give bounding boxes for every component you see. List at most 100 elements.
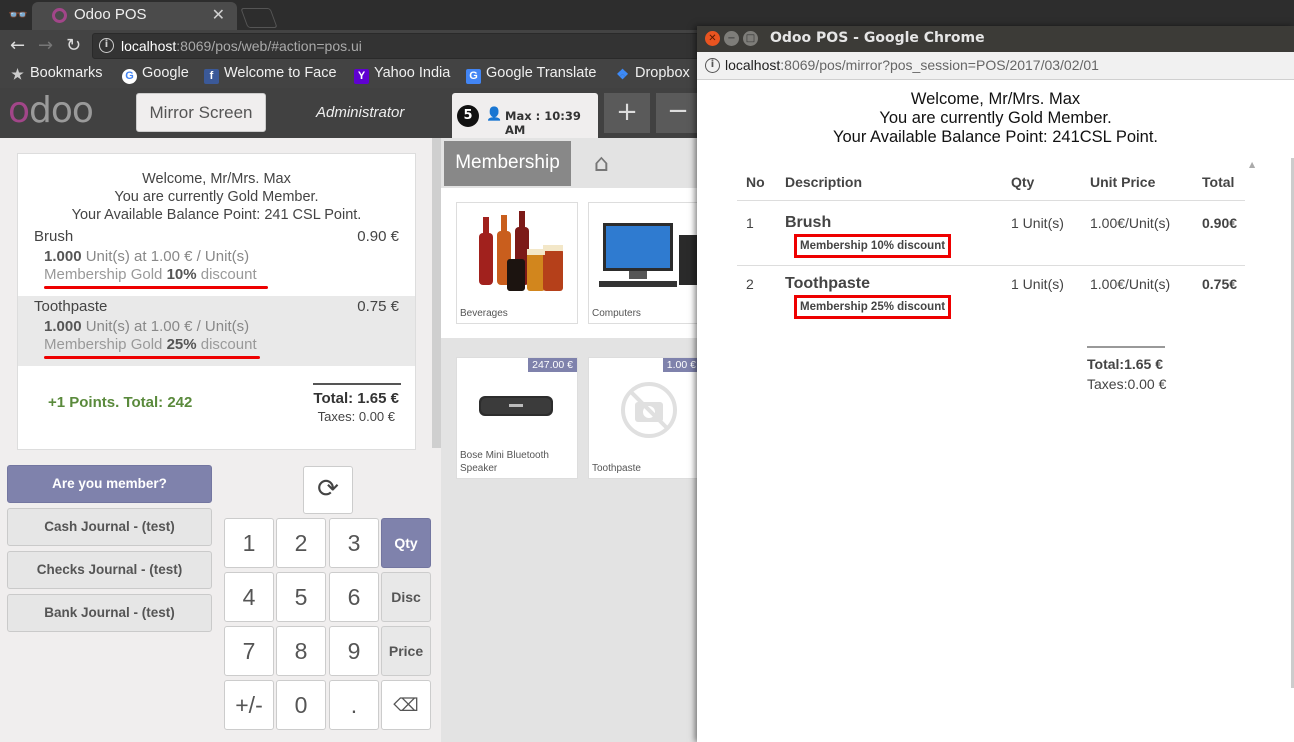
header-divider — [737, 200, 1245, 201]
numpad-key[interactable]: 2 — [276, 518, 326, 568]
order-scrollbar[interactable] — [432, 138, 441, 448]
numpad-key[interactable]: 3 — [329, 518, 379, 568]
bookmark-item[interactable]: G Google Translate — [466, 65, 596, 84]
cash-journal-button[interactable]: Cash Journal - (test) — [7, 508, 212, 546]
line-price: 0.90 € — [357, 228, 399, 245]
total-divider — [313, 383, 401, 385]
product-price-tag: 247.00 € — [528, 358, 577, 372]
bookmark-item[interactable]: ★ Bookmarks — [10, 65, 102, 82]
line-discount: Membership Gold 10% discount — [44, 266, 257, 283]
order-tab[interactable]: 5 👤 Max : 10:39 AM — [452, 93, 598, 138]
product-name: Toothpaste — [592, 463, 641, 474]
new-tab-button[interactable] — [240, 8, 278, 28]
bookmark-item[interactable]: G Google — [122, 65, 189, 84]
close-tab-icon[interactable]: ✕ — [212, 5, 225, 24]
line-product-name: Brush — [34, 228, 74, 245]
row-discount-badge: Membership 10% discount — [794, 234, 952, 258]
mirror-window-title: Odoo POS - Google Chrome — [770, 30, 985, 46]
order-line-selected[interactable]: Toothpaste 0.75 € 1.000 Unit(s) at 1.00 … — [18, 296, 415, 366]
forward-icon[interactable]: → — [38, 35, 53, 56]
mirror-welcome-message: Welcome, Mr/Mrs. Max You are currently G… — [832, 90, 1159, 146]
numpad-key[interactable]: 9 — [329, 626, 379, 676]
numpad-mode-qty[interactable]: Qty — [381, 518, 431, 568]
numpad-mode-price[interactable]: Price — [381, 626, 431, 676]
pos-header: odoo Mirror Screen Administrator 5 👤 Max… — [0, 88, 700, 138]
numpad-key[interactable]: 8 — [276, 626, 326, 676]
home-icon[interactable]: ⌂ — [579, 141, 624, 186]
window-minimize-icon[interactable]: − — [724, 31, 739, 46]
mirror-taxes: Taxes:0.00 € — [1087, 376, 1167, 392]
mirror-titlebar: ✕ − □ Odoo POS - Google Chrome — [697, 26, 1294, 52]
product-card-toothpaste[interactable]: 1.00 € Toothpaste — [588, 357, 701, 479]
line-price: 0.75 € — [357, 298, 399, 315]
bookmark-item[interactable]: f Welcome to Face — [204, 65, 338, 84]
info-icon[interactable]: i — [99, 38, 114, 53]
row-total: 0.90€ — [1202, 215, 1238, 231]
category-card-computers[interactable]: Computers — [588, 202, 701, 324]
info-icon[interactable]: i — [705, 58, 720, 73]
yahoo-icon: Y — [354, 69, 369, 84]
bank-journal-button[interactable]: Bank Journal - (test) — [7, 594, 212, 632]
row-unit-price: 1.00€/Unit(s) — [1090, 276, 1171, 292]
product-name: Bose Mini Bluetooth Speaker — [460, 450, 549, 474]
row-description: Toothpaste — [785, 275, 871, 292]
column-header: No — [746, 174, 765, 190]
column-header: Total — [1202, 174, 1235, 190]
numpad-mode-disc[interactable]: Disc — [381, 572, 431, 622]
numpad-sign-key[interactable]: +/- — [224, 680, 274, 730]
browser-tab[interactable]: Odoo POS ✕ — [32, 2, 237, 30]
column-header: Description — [785, 174, 863, 190]
pos-left-pane: Welcome, Mr/Mrs. Max You are currently G… — [0, 138, 441, 742]
order-line[interactable]: Brush 0.90 € 1.000 Unit(s) at 1.00 € / U… — [18, 226, 415, 296]
numpad-key[interactable]: 0 — [276, 680, 326, 730]
row-discount-badge: Membership 25% discount — [794, 295, 952, 319]
category-card-beverages[interactable]: Beverages — [456, 202, 578, 324]
numpad-decimal-key[interactable]: . — [329, 680, 379, 730]
user-name[interactable]: Administrator — [316, 104, 404, 121]
scroll-up-icon[interactable]: ▲ — [1249, 160, 1255, 169]
incognito-icon: 👓 — [8, 5, 28, 24]
category-name: Computers — [592, 308, 641, 319]
backspace-icon[interactable]: ⌫ — [381, 680, 431, 730]
dropbox-icon: ❖ — [616, 66, 629, 82]
checks-journal-button[interactable]: Checks Journal - (test) — [7, 551, 212, 589]
star-icon: ★ — [11, 66, 24, 82]
row-qty: 1 Unit(s) — [1011, 276, 1064, 292]
line-quantity: 1.000 Unit(s) at 1.00 € / Unit(s) — [44, 318, 250, 335]
numpad-key[interactable]: 1 — [224, 518, 274, 568]
remove-order-button[interactable]: − — [656, 93, 700, 133]
numpad-key[interactable]: 5 — [276, 572, 326, 622]
category-breadcrumb: Membership ⌂ — [441, 138, 701, 188]
mirror-address-bar[interactable]: i localhost:8069/pos/mirror?pos_session=… — [697, 52, 1294, 80]
google-icon: G — [122, 69, 137, 84]
tab-title: Odoo POS — [74, 6, 147, 23]
refresh-icon[interactable]: ⟳ — [303, 466, 353, 514]
row-divider — [737, 265, 1245, 266]
bookmark-item[interactable]: Y Yahoo India — [354, 65, 450, 84]
add-order-button[interactable]: + — [604, 93, 650, 133]
numpad-key[interactable]: 6 — [329, 572, 379, 622]
row-number: 1 — [746, 215, 754, 231]
are-you-member-button[interactable]: Are you member? — [7, 465, 212, 503]
row-total: 0.75€ — [1202, 276, 1238, 292]
row-qty: 1 Unit(s) — [1011, 215, 1064, 231]
beverages-image — [479, 211, 563, 291]
bookmark-item[interactable]: ❖ Dropbox — [615, 65, 690, 82]
numpad-key[interactable]: 7 — [224, 626, 274, 676]
numpad-key[interactable]: 4 — [224, 572, 274, 622]
product-card-bose-speaker[interactable]: 247.00 € Bose Mini Bluetooth Speaker — [456, 357, 578, 479]
category-membership-button[interactable]: Membership — [444, 141, 571, 186]
line-discount: Membership Gold 25% discount — [44, 336, 257, 353]
row-description: Brush — [785, 214, 832, 231]
back-icon[interactable]: ← — [10, 35, 25, 56]
reload-icon[interactable]: ↻ — [66, 35, 81, 56]
mirror-screen-button[interactable]: Mirror Screen — [136, 93, 266, 132]
row-unit-price: 1.00€/Unit(s) — [1090, 215, 1171, 231]
line-quantity: 1.000 Unit(s) at 1.00 € / Unit(s) — [44, 248, 250, 265]
product-price-tag: 1.00 € — [662, 358, 700, 372]
product-pane: Membership ⌂ Beverages Computers 247.00 … — [441, 138, 701, 742]
window-maximize-icon[interactable]: □ — [743, 31, 758, 46]
total-divider — [1087, 346, 1165, 348]
window-close-icon[interactable]: ✕ — [705, 31, 720, 46]
odoo-logo: odoo — [8, 90, 94, 131]
